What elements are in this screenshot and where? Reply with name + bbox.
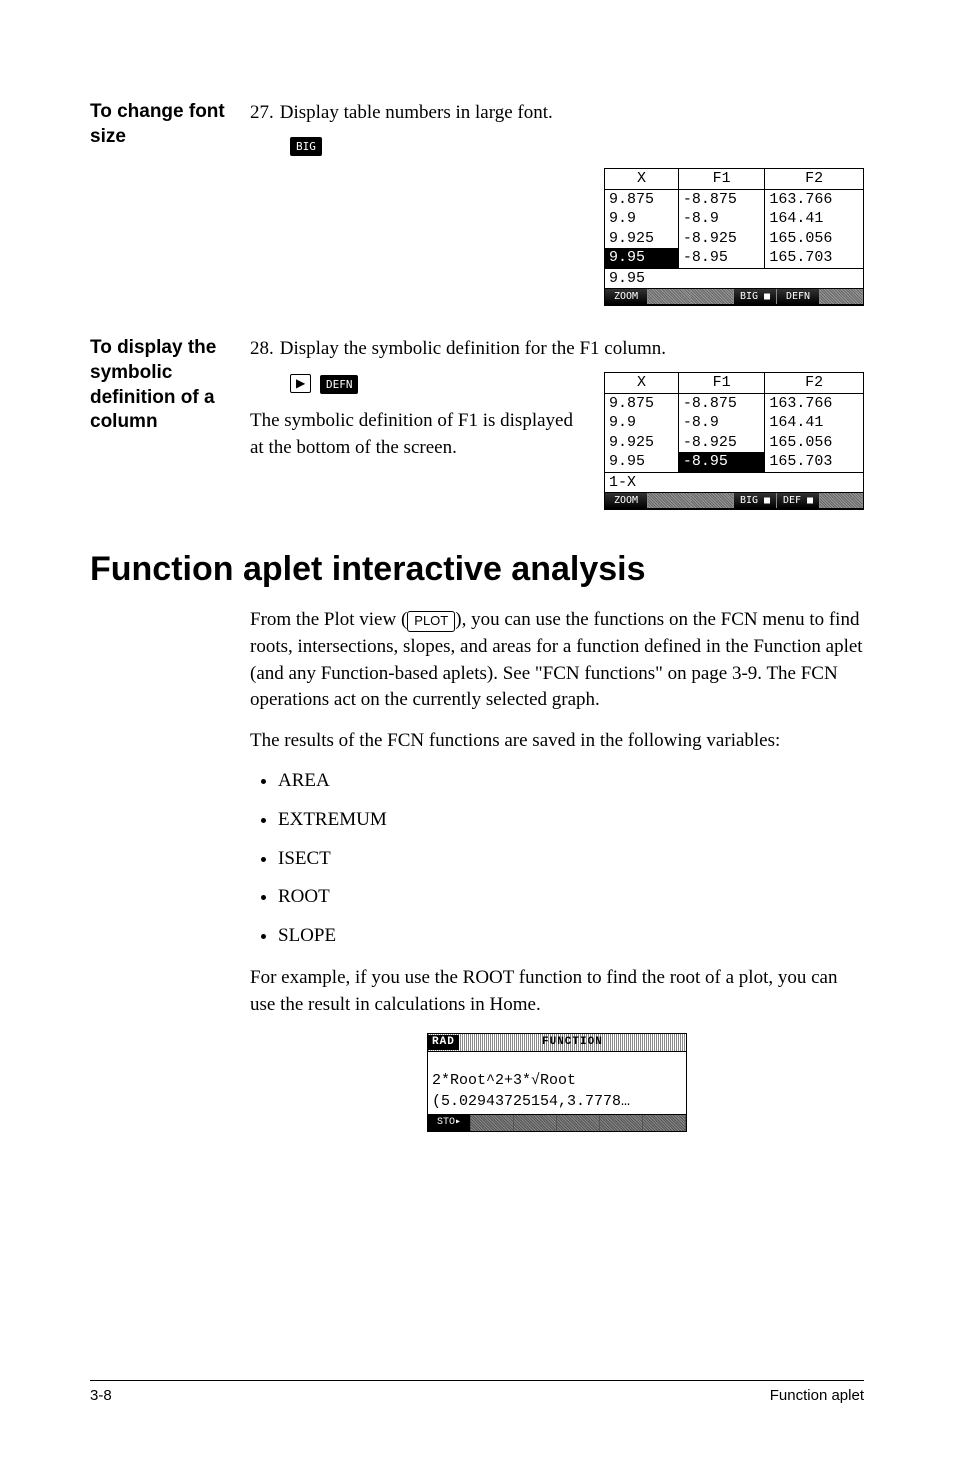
softkey-defn: DEFN <box>320 375 359 394</box>
plot-key: PLOT <box>407 611 455 631</box>
step-text: Display table numbers in large font. <box>280 100 553 127</box>
list-item: ISECT <box>278 846 864 873</box>
page-footer: 3-8 Function aplet <box>90 1380 864 1404</box>
home-line1: 2*Root^2+3*√Root <box>432 1070 682 1091</box>
list-item: SLOPE <box>278 923 864 950</box>
list-item: EXTREMUM <box>278 807 864 834</box>
step-number: 28. <box>250 336 274 363</box>
calc-screen-2: XF1F29.875-8.875163.7669.9-8.9164.419.92… <box>604 372 864 510</box>
page-number: 3-8 <box>90 1387 112 1404</box>
variable-list: AREA EXTREMUM ISECT ROOT SLOPE <box>278 768 864 949</box>
side-heading-font-size: To change font size <box>90 100 250 306</box>
main-heading: Function aplet interactive analysis <box>90 550 864 589</box>
symbolic-note: The symbolic definition of F1 is display… <box>250 408 586 461</box>
para-3: For example, if you use the ROOT functio… <box>250 965 864 1018</box>
list-item: ROOT <box>278 884 864 911</box>
para-1: From the Plot view (PLOT), you can use t… <box>250 607 864 713</box>
para-2: The results of the FCN functions are sav… <box>250 728 864 755</box>
step-number: 27. <box>250 100 274 127</box>
step-text: Display the symbolic definition for the … <box>280 336 666 363</box>
step-27: 27. Display table numbers in large font. <box>250 100 864 127</box>
side-heading-symbolic-def: To display the symbolic definition of a … <box>90 336 250 510</box>
home-softkeys: STO▸ <box>428 1114 686 1131</box>
softkey-big: BIG <box>290 137 322 156</box>
step-28: 28. Display the symbolic definition for … <box>250 336 864 363</box>
home-screen: RAD FUNCTION 2*Root^2+3*√Root (5.0294372… <box>427 1033 687 1132</box>
list-item: AREA <box>278 768 864 795</box>
calc-screen-1: XF1F29.875-8.875163.7669.9-8.9164.419.92… <box>604 168 864 306</box>
rad-indicator: RAD <box>428 1035 459 1050</box>
footer-title: Function aplet <box>770 1387 864 1404</box>
right-arrow-key: ▶ <box>290 374 311 393</box>
home-title-text: FUNCTION <box>459 1035 686 1050</box>
home-line2: (5.02943725154,3.7778… <box>432 1091 682 1112</box>
